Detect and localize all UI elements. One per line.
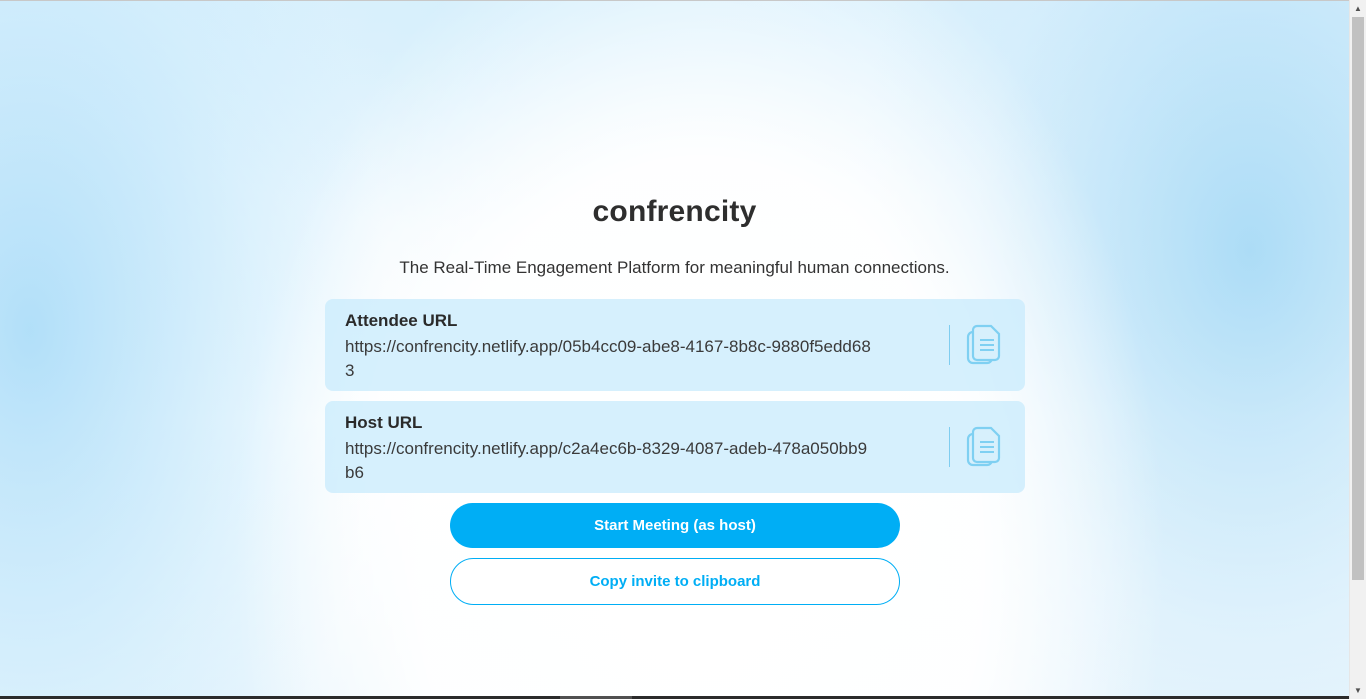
copy-invite-button[interactable]: Copy invite to clipboard bbox=[450, 558, 900, 605]
scroll-up-arrow-icon[interactable]: ▲ bbox=[1350, 0, 1366, 17]
app-title: confrencity bbox=[592, 195, 757, 228]
copy-host-url-button[interactable] bbox=[965, 425, 1005, 469]
divider bbox=[949, 427, 950, 467]
attendee-url-label: Attendee URL bbox=[345, 311, 458, 330]
host-url-card: Host URL https://confrencity.netlify.app… bbox=[325, 401, 1025, 493]
attendee-url-card: Attendee URL https://confrencity.netlify… bbox=[325, 299, 1025, 391]
scroll-down-arrow-icon[interactable]: ▼ bbox=[1350, 682, 1366, 699]
vertical-scrollbar[interactable]: ▲ ▼ bbox=[1349, 0, 1366, 699]
start-meeting-button[interactable]: Start Meeting (as host) bbox=[450, 503, 900, 548]
scrollbar-thumb[interactable] bbox=[1352, 17, 1364, 580]
divider bbox=[949, 325, 950, 365]
attendee-url-value: https://confrencity.netlify.app/05b4cc09… bbox=[345, 337, 871, 380]
page-viewport: confrencity The Real-Time Engagement Pla… bbox=[0, 0, 1349, 699]
copy-icon bbox=[966, 324, 1001, 365]
app-tagline: The Real-Time Engagement Platform for me… bbox=[399, 258, 950, 277]
copy-icon bbox=[966, 426, 1001, 467]
copy-attendee-url-button[interactable] bbox=[965, 323, 1005, 367]
host-url-label: Host URL bbox=[345, 413, 423, 432]
host-url-value: https://confrencity.netlify.app/c2a4ec6b… bbox=[345, 439, 868, 482]
